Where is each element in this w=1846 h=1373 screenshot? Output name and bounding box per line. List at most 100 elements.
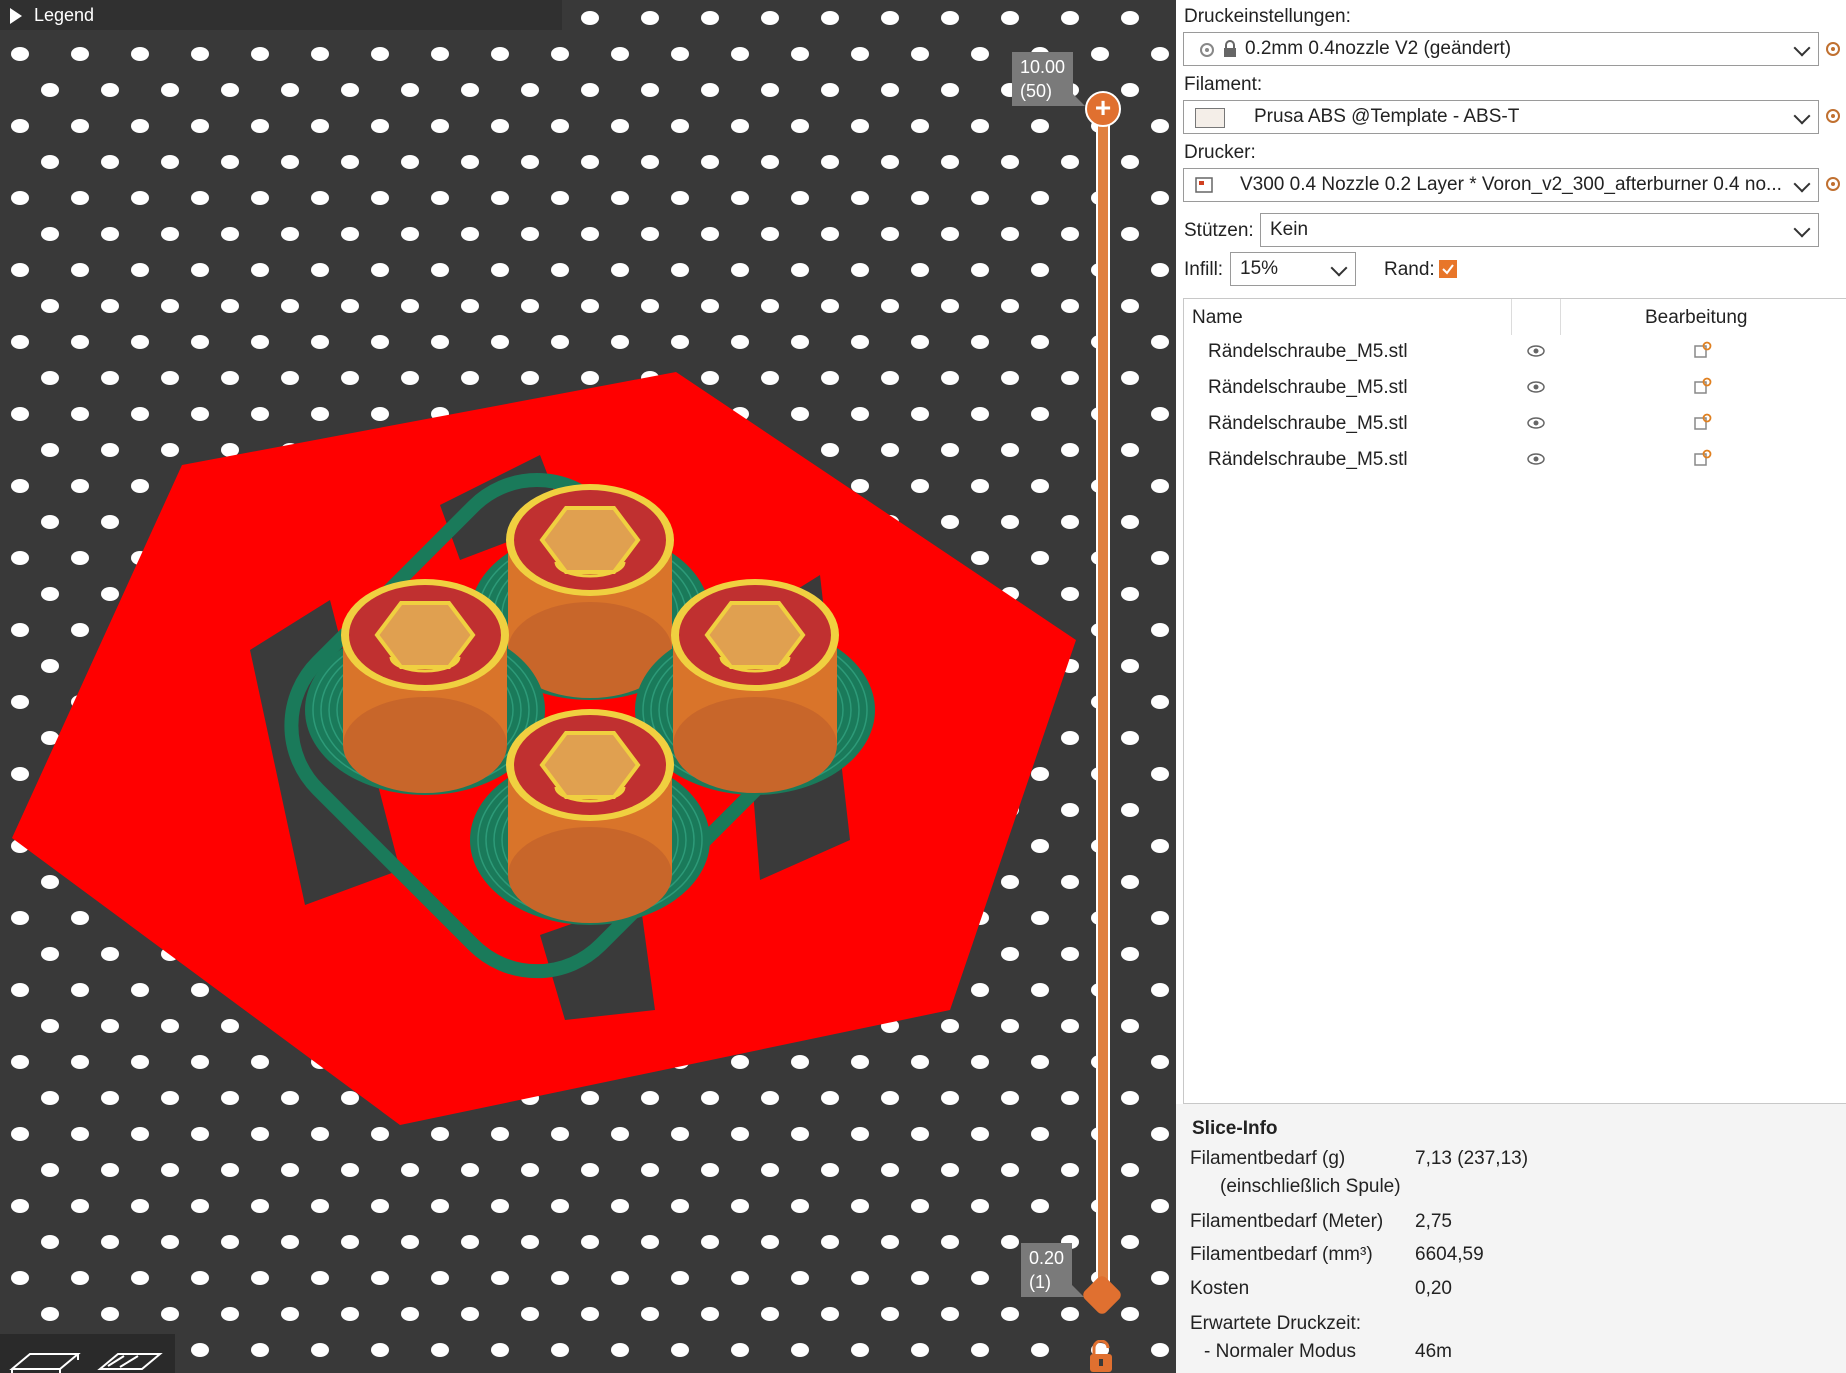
bed-dot <box>11 767 29 781</box>
bed-dot <box>581 11 599 25</box>
bed-dot <box>701 299 719 313</box>
bed-dot <box>1061 299 1079 313</box>
edit-settings-icon[interactable] <box>1694 377 1712 395</box>
bed-dot <box>1001 11 1019 25</box>
slice-info-label: (einschließlich Spule) <box>1220 1176 1401 1197</box>
bed-dot <box>821 83 839 97</box>
legend-toggle[interactable]: Legend <box>0 0 562 30</box>
bed-dot <box>431 1271 449 1285</box>
bed-dot <box>341 1307 359 1321</box>
bed-dot <box>1151 479 1169 493</box>
layer-bottom-height: 0.20 <box>1029 1248 1065 1268</box>
bed-dot <box>131 335 149 349</box>
bed-dot <box>1031 479 1049 493</box>
bed-dot <box>101 83 119 97</box>
edit-settings-icon[interactable] <box>1694 341 1712 359</box>
layer-slider-track[interactable] <box>1096 104 1110 1298</box>
layer-slider-top-handle[interactable]: + <box>1085 91 1121 127</box>
bed-dot <box>1151 767 1169 781</box>
bed-dot <box>401 1235 419 1249</box>
layer-top-number: (50) <box>1020 81 1053 101</box>
printer-combo[interactable]: V300 0.4 Nozzle 0.2 Layer * Voron_v2_300… <box>1183 168 1819 202</box>
bed-dot <box>581 1307 599 1321</box>
eye-icon[interactable] <box>1526 380 1546 394</box>
bed-dot <box>1001 1163 1019 1177</box>
bed-dot <box>1001 371 1019 385</box>
col-header-edit[interactable]: Bearbeitung <box>1645 307 1747 329</box>
bed-dot <box>41 659 59 673</box>
bed-dot <box>371 47 389 61</box>
bed-dot <box>431 119 449 133</box>
supports-combo[interactable]: Kein <box>1260 213 1819 247</box>
bed-dot <box>131 1127 149 1141</box>
bed-dot <box>791 119 809 133</box>
eye-icon[interactable] <box>1526 344 1546 358</box>
bed-dot <box>311 191 329 205</box>
bed-dot <box>71 47 89 61</box>
bed-dot <box>641 1091 659 1105</box>
filament-value: Prusa ABS @Template - ABS-T <box>1254 106 1520 127</box>
bed-dot <box>701 1163 719 1177</box>
bed-dot <box>641 11 659 25</box>
bed-dot <box>791 1199 809 1213</box>
bed-dot <box>191 407 209 421</box>
edit-settings-icon[interactable] <box>1694 449 1712 467</box>
bed-dot <box>1061 587 1079 601</box>
bed-dot <box>221 83 239 97</box>
settings-sidebar: Druckeinstellungen: 0.2mm 0.4nozzle V2 (… <box>1176 0 1846 1373</box>
bed-dot <box>221 1019 239 1033</box>
printer-edit-icon[interactable] <box>1824 175 1842 193</box>
bed-dot <box>41 83 59 97</box>
bed-dot <box>41 1235 59 1249</box>
bed-dot <box>911 1271 929 1285</box>
list-item[interactable]: Rändelschraube_M5.stl <box>1184 335 1846 371</box>
bed-dot <box>341 227 359 241</box>
bed-dot <box>641 227 659 241</box>
bed-dot <box>1061 731 1079 745</box>
bed-dot <box>41 155 59 169</box>
bed-dot <box>761 299 779 313</box>
bed-dot <box>791 263 809 277</box>
bed-dot <box>971 47 989 61</box>
infill-combo[interactable]: 15% <box>1230 252 1356 286</box>
bed-dot <box>311 47 329 61</box>
bed-dot <box>71 1055 89 1069</box>
bed-dot <box>101 515 119 529</box>
print-settings-combo[interactable]: 0.2mm 0.4nozzle V2 (geändert) <box>1183 32 1819 66</box>
bed-dot <box>11 695 29 709</box>
col-header-name[interactable]: Name <box>1192 307 1243 329</box>
list-item[interactable]: Rändelschraube_M5.stl <box>1184 407 1846 443</box>
layer-view-icon[interactable] <box>97 1353 163 1370</box>
bed-dot <box>731 1199 749 1213</box>
unlock-icon[interactable] <box>1088 1340 1114 1373</box>
bed-dot <box>131 47 149 61</box>
edit-settings-icon[interactable] <box>1694 413 1712 431</box>
bed-dot <box>461 371 479 385</box>
bed-dot <box>821 155 839 169</box>
bed-dot <box>401 299 419 313</box>
eye-icon[interactable] <box>1526 416 1546 430</box>
print-settings-edit-icon[interactable] <box>1824 40 1842 58</box>
bed-dot <box>491 191 509 205</box>
3d-view-icon[interactable] <box>9 1353 81 1373</box>
bed-dot <box>191 191 209 205</box>
bed-dot <box>881 299 899 313</box>
bed-dot <box>551 1127 569 1141</box>
list-item[interactable]: Rändelschraube_M5.stl <box>1184 443 1846 479</box>
bed-dot <box>1031 911 1049 925</box>
bed-dot <box>641 155 659 169</box>
bed-dot <box>821 11 839 25</box>
bed-dot <box>761 227 779 241</box>
bed-dot <box>581 299 599 313</box>
slice-info-label: Kosten <box>1190 1278 1250 1299</box>
bed-dot <box>251 1055 269 1069</box>
object-name: Rändelschraube_M5.stl <box>1208 341 1408 362</box>
bed-dot <box>161 299 179 313</box>
brim-checkbox[interactable] <box>1439 260 1457 278</box>
eye-icon[interactable] <box>1526 452 1546 466</box>
bed-dot <box>731 263 749 277</box>
filament-combo[interactable]: Prusa ABS @Template - ABS-T <box>1183 100 1819 134</box>
filament-edit-icon[interactable] <box>1824 107 1842 125</box>
3d-preview-viewport[interactable]: Legend 10.00 (50) 0.20 (1) + <box>0 0 1176 1373</box>
list-item[interactable]: Rändelschraube_M5.stl <box>1184 371 1846 407</box>
